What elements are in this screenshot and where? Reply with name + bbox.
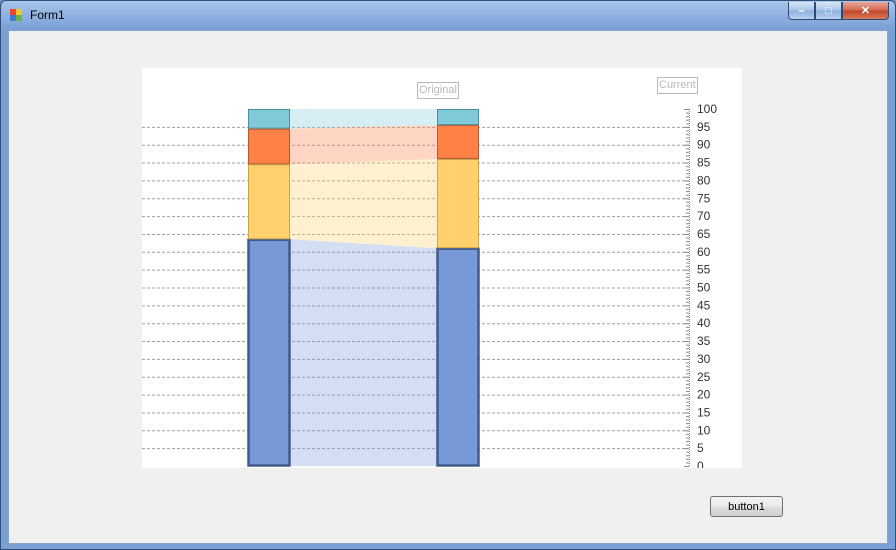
y-tick-label: 75	[697, 191, 711, 205]
minimize-button[interactable]: –	[788, 2, 815, 20]
connector-band	[290, 158, 437, 249]
maximize-icon: □	[825, 4, 832, 17]
button1[interactable]: button1	[710, 496, 783, 517]
y-tick-label: 30	[697, 352, 711, 366]
bar-segment	[437, 158, 479, 249]
title-bar[interactable]: Form1 – □ ✕	[1, 1, 895, 29]
connector-band	[290, 125, 437, 165]
bar-segment	[247, 238, 291, 467]
form1-window: Form1 – □ ✕ 0 5 10 15 20 25 30 35 40 45 50 55 60 65 70…	[0, 0, 896, 550]
close-icon: ✕	[860, 5, 871, 17]
y-tick-label: 15	[697, 405, 711, 419]
y-tick-label: 60	[697, 245, 711, 259]
bar-segment	[437, 109, 479, 126]
y-tick-label: 80	[697, 173, 711, 187]
bar-segment	[248, 109, 290, 129]
y-tick-label: 5	[697, 441, 704, 455]
y-tick-label: 0	[697, 459, 704, 468]
bar-segment	[248, 128, 290, 165]
y-tick-label: 35	[697, 334, 711, 348]
legend-original: Original	[417, 82, 459, 99]
minimize-icon: –	[798, 4, 805, 17]
legend-current: Current	[657, 77, 698, 94]
window-title: Form1	[30, 8, 65, 22]
y-tick-label: 10	[697, 423, 711, 437]
bar-segment	[248, 164, 290, 240]
y-tick-label: 85	[697, 156, 711, 170]
y-tick-label: 100	[697, 102, 717, 116]
y-tick-label: 95	[697, 120, 711, 134]
maximize-button[interactable]: □	[815, 2, 842, 20]
y-tick-label: 45	[697, 298, 711, 312]
chart-plot: 0 5 10 15 20 25 30 35 40 45 50 55 60 65 70 75 80 85 90 95 10…	[142, 102, 717, 468]
bar-segment	[437, 125, 479, 159]
y-tick-label: 50	[697, 281, 711, 295]
connector-band	[290, 239, 437, 466]
app-icon[interactable]	[10, 9, 22, 21]
y-tick-label: 90	[697, 138, 711, 152]
form-client-area: 0 5 10 15 20 25 30 35 40 45 50 55 60 65 70 75 80 85 90 95 10…	[8, 30, 888, 544]
bar-segment	[436, 247, 480, 467]
y-tick-label: 55	[697, 263, 711, 277]
close-button[interactable]: ✕	[842, 2, 889, 20]
y-tick-label: 40	[697, 316, 711, 330]
stacked-bar-chart: 0 5 10 15 20 25 30 35 40 45 50 55 60 65 70 75 80 85 90 95 10…	[142, 68, 742, 468]
y-tick-label: 25	[697, 370, 711, 384]
y-tick-label: 20	[697, 388, 711, 402]
y-tick-label: 70	[697, 209, 711, 223]
y-tick-label: 65	[697, 227, 711, 241]
